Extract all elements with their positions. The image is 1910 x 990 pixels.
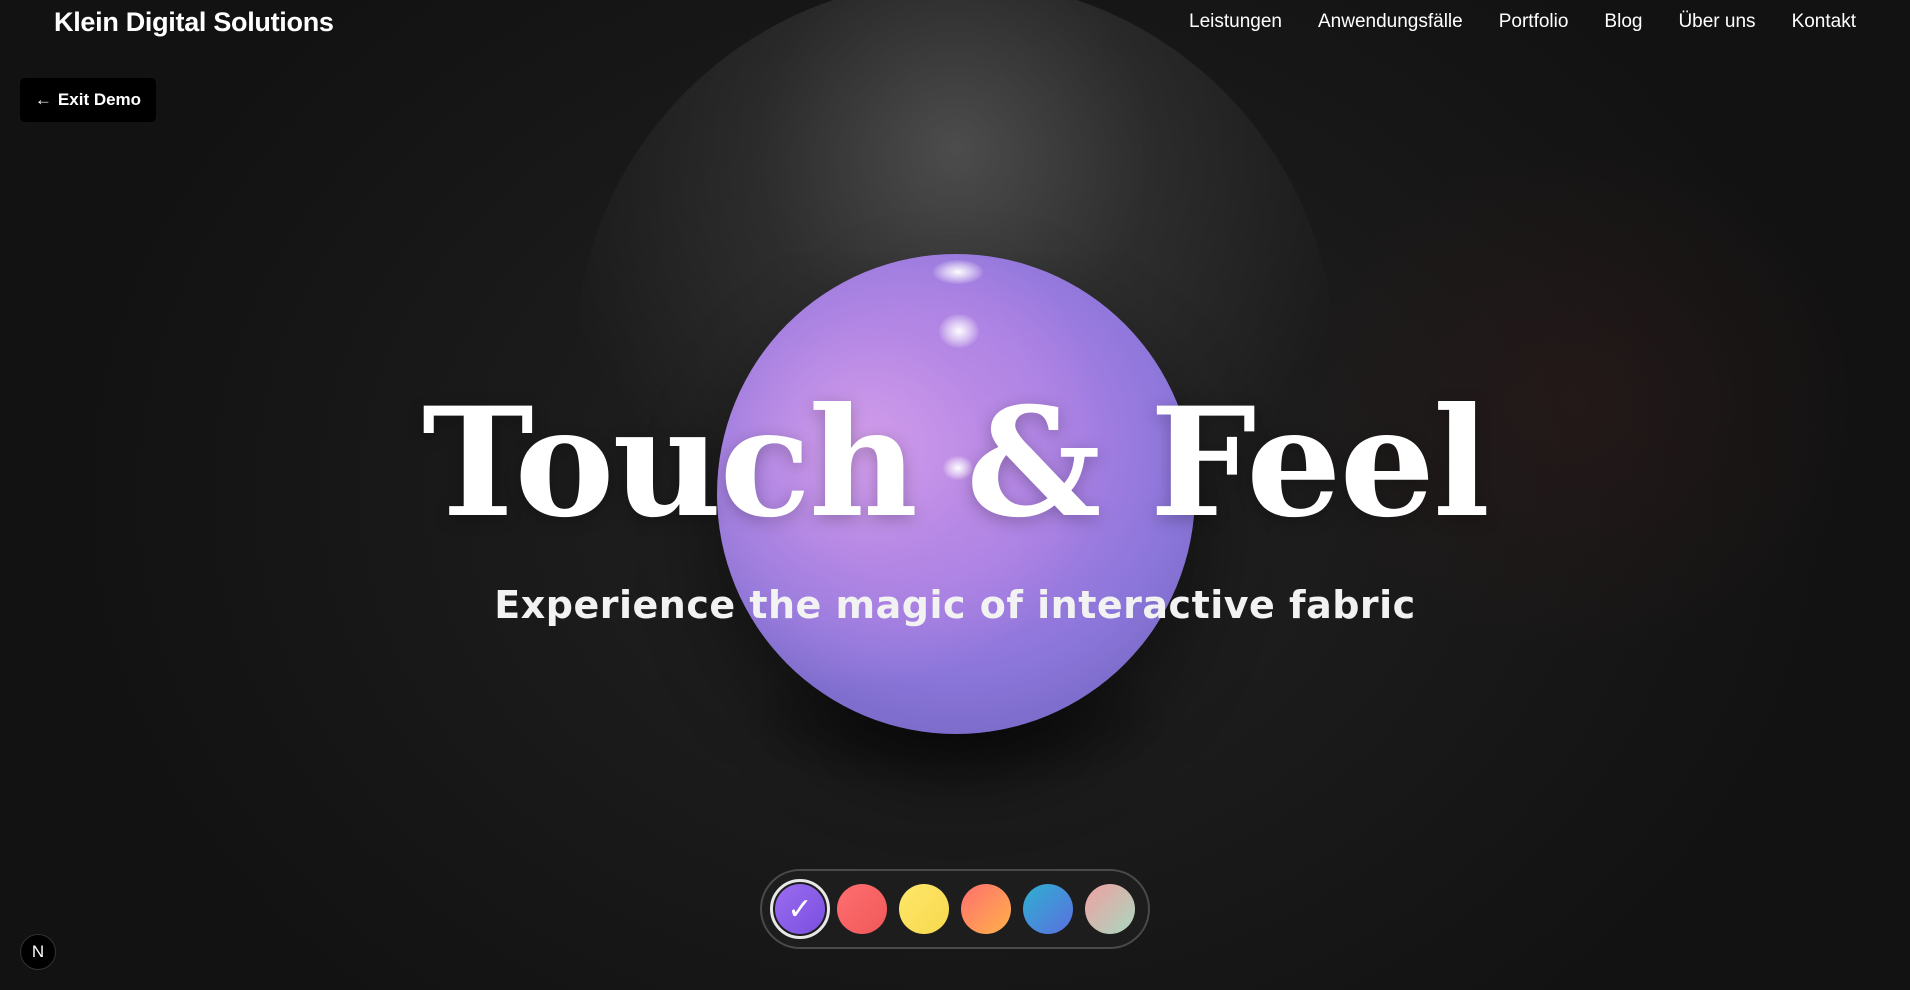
nav-item-leistungen[interactable]: Leistungen bbox=[1189, 8, 1282, 36]
nav-item-ueber-uns[interactable]: Über uns bbox=[1678, 8, 1755, 36]
arrow-left-icon: ← bbox=[34, 90, 52, 109]
swatch-blue[interactable] bbox=[1023, 884, 1073, 934]
dev-tools-badge[interactable]: N bbox=[20, 934, 56, 970]
exit-demo-button[interactable]: ← Exit Demo bbox=[20, 78, 156, 122]
swatch-red[interactable] bbox=[837, 884, 887, 934]
swatch-orange[interactable] bbox=[961, 884, 1011, 934]
brand-logo[interactable]: Klein Digital Solutions bbox=[54, 4, 334, 40]
exit-demo-label: Exit Demo bbox=[57, 90, 142, 109]
swatch-pastel[interactable] bbox=[1085, 884, 1135, 934]
page: Klein Digital Solutions Leistungen Anwen… bbox=[0, 0, 1910, 990]
color-swatch-bar: ✓ bbox=[760, 869, 1150, 949]
swatch-purple[interactable]: ✓ bbox=[770, 879, 830, 939]
sphere-highlight-top bbox=[933, 260, 983, 284]
sphere-highlight-upper bbox=[939, 314, 979, 348]
swatch-yellow[interactable] bbox=[899, 884, 949, 934]
main-nav: Leistungen Anwendungsfälle Portfolio Blo… bbox=[1189, 8, 1856, 36]
nav-item-blog[interactable]: Blog bbox=[1604, 8, 1642, 36]
hero-title: Touch & Feel bbox=[422, 375, 1490, 551]
nav-item-kontakt[interactable]: Kontakt bbox=[1792, 8, 1856, 36]
nav-item-anwendungsfaelle[interactable]: Anwendungsfälle bbox=[1318, 8, 1463, 36]
hero-subtitle: Experience the magic of interactive fabr… bbox=[494, 583, 1416, 627]
nav-item-portfolio[interactable]: Portfolio bbox=[1499, 8, 1569, 36]
checkmark-icon: ✓ bbox=[787, 891, 813, 927]
